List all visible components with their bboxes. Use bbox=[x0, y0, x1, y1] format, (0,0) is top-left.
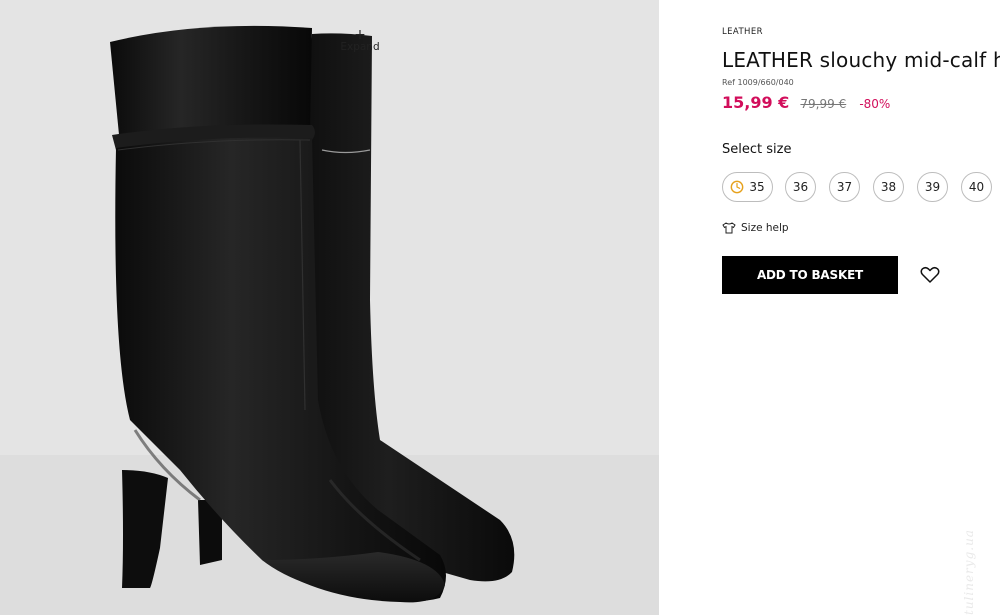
heart-icon[interactable] bbox=[920, 266, 940, 284]
size-label: 36 bbox=[792, 180, 809, 194]
size-help-label: Size help bbox=[741, 222, 789, 234]
discount-badge: -80% bbox=[859, 97, 891, 111]
low-stock-clock-icon bbox=[730, 180, 744, 194]
watermark: tulineryg.ua bbox=[962, 529, 976, 615]
size-option-37[interactable]: 37 bbox=[829, 172, 860, 202]
price-row: 15,99 € 79,99 € -80% bbox=[722, 93, 890, 112]
select-size-label: Select size bbox=[722, 142, 792, 157]
size-option-39[interactable]: 39 bbox=[917, 172, 948, 202]
current-price: 15,99 € bbox=[722, 93, 790, 112]
size-option-35[interactable]: 35 bbox=[722, 172, 773, 202]
size-label: 39 bbox=[924, 180, 941, 194]
product-title: LEATHER slouchy mid-calf heel bbox=[722, 48, 1000, 72]
size-option-40[interactable]: 40 bbox=[961, 172, 992, 202]
product-info: LEATHER LEATHER slouchy mid-calf heel Re… bbox=[722, 0, 1000, 615]
shirt-icon bbox=[722, 222, 736, 234]
size-option-38[interactable]: 38 bbox=[873, 172, 904, 202]
size-label: 37 bbox=[836, 180, 853, 194]
expand-label: Expand bbox=[340, 41, 380, 53]
size-label: 40 bbox=[968, 180, 985, 194]
product-image-panel[interactable]: + Expand bbox=[0, 0, 659, 615]
expand-button[interactable]: + Expand bbox=[340, 27, 380, 53]
original-price: 79,99 € bbox=[800, 97, 847, 111]
size-options: 35 36 37 38 39 40 bbox=[722, 172, 1000, 204]
size-help-link[interactable]: Size help bbox=[722, 222, 789, 234]
product-category: LEATHER bbox=[722, 27, 763, 37]
product-reference: Ref 1009/660/040 bbox=[722, 78, 794, 87]
size-option-36[interactable]: 36 bbox=[785, 172, 816, 202]
size-label: 38 bbox=[880, 180, 897, 194]
plus-icon: + bbox=[354, 27, 366, 43]
product-image[interactable] bbox=[0, 0, 659, 615]
size-label: 35 bbox=[749, 180, 765, 194]
add-to-basket-button[interactable]: ADD TO BASKET bbox=[722, 256, 898, 294]
